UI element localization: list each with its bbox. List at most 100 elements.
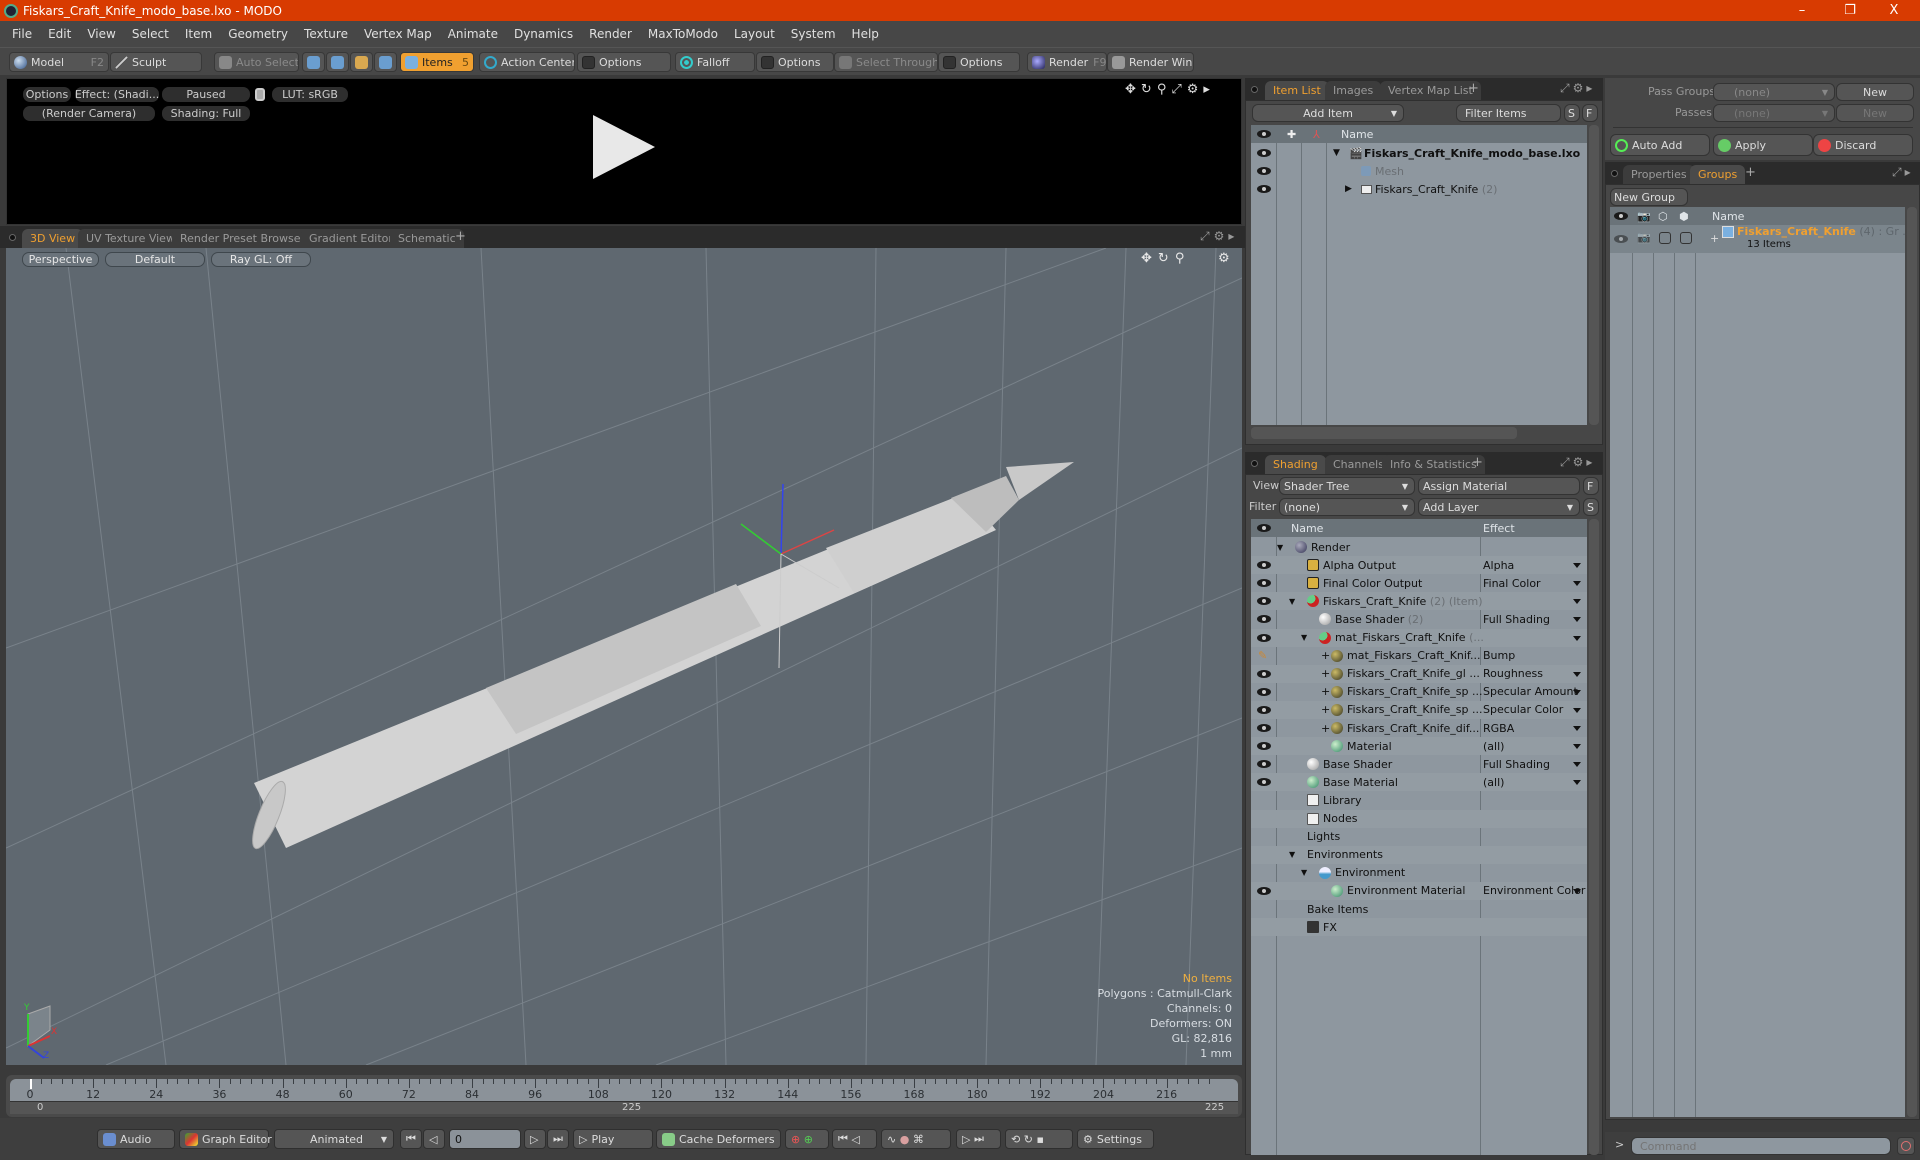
render-status-button[interactable]: Paused (162, 87, 250, 102)
apply-button[interactable]: Apply (1713, 134, 1813, 156)
shader-tree-row[interactable]: FX (1251, 918, 1587, 937)
panel-controls[interactable]: ⤢▸ (1892, 165, 1914, 180)
close-button[interactable]: X (1874, 0, 1914, 21)
select-through-options-button[interactable]: Options (938, 52, 1020, 72)
menu-maxtomodo[interactable]: MaxToModo (640, 27, 726, 41)
filter-f-button[interactable]: F (1582, 104, 1598, 122)
eye-icon[interactable] (1257, 724, 1271, 732)
timeline[interactable]: 0 12 24 36 48 60 72 84 96 108 120 132 144 156 168 180 19… (6, 1075, 1242, 1117)
eye-icon[interactable] (1257, 669, 1271, 678)
3d-viewport[interactable]: Y X Z Perspective Default Ray GL: Off ✥↻… (6, 248, 1242, 1065)
render-camera-dropdown[interactable]: (Render Camera) (23, 106, 155, 121)
eye-icon[interactable] (1257, 742, 1271, 751)
add-tab-button[interactable]: + (455, 229, 466, 244)
shading-s-button[interactable]: S (1583, 498, 1599, 516)
effect-dropdown-icon[interactable] (1573, 581, 1581, 587)
item-tree[interactable]: ✚ ⅄ Name ▼ 🎬 Fiskars_Craft_Knife_modo_ba… (1251, 125, 1587, 425)
shading-f-button[interactable]: F (1583, 477, 1599, 495)
effect-dropdown-icon[interactable] (1573, 617, 1581, 623)
lock-icon[interactable] (255, 88, 265, 101)
render-effect-dropdown[interactable]: Effect: (Shadi... (75, 87, 159, 102)
auto-select-button[interactable]: Auto Select (214, 52, 299, 72)
panel-controls[interactable]: ⤢⚙▸ (1560, 81, 1595, 96)
menu-select[interactable]: Select (124, 27, 177, 41)
shader-tree-row[interactable]: Nodes (1251, 809, 1587, 828)
render-view-controls[interactable]: ✥↻⚲⤢⚙▸ (1125, 82, 1215, 97)
menu-view[interactable]: View (79, 27, 123, 41)
passes-dropdown[interactable]: (none) ▼ (1713, 104, 1835, 122)
eye-icon[interactable] (1257, 886, 1271, 895)
filter-s-button[interactable]: S (1564, 104, 1580, 122)
render-window-button[interactable]: Render Window (1107, 52, 1194, 72)
add-tab-button[interactable]: + (1745, 165, 1756, 180)
audio-button[interactable]: Audio (97, 1129, 175, 1149)
tab-item-list[interactable]: Item List (1265, 81, 1329, 100)
shader-tree-row[interactable]: Base Shader Full Shading (1251, 755, 1587, 773)
gear-icon[interactable]: ⚙ (1573, 455, 1587, 469)
collapse-arrow-icon[interactable]: ▼ (1289, 597, 1295, 606)
render-toggle-icon[interactable]: 📷 (1637, 231, 1651, 244)
filter-items-input[interactable]: Filter Items (1456, 104, 1561, 122)
next-frame-button[interactable]: ▷ (524, 1129, 546, 1149)
shader-tree-row[interactable]: Alpha Output Alpha (1251, 556, 1587, 575)
shader-tree-row[interactable]: + Fiskars_Craft_Knife_sp ... Specular Amou… (1251, 683, 1587, 701)
eye-icon[interactable] (1257, 615, 1271, 624)
lut-dropdown[interactable]: LUT: sRGB (272, 87, 348, 102)
viewport-nav-controls[interactable]: ✥↻⚲ (1141, 251, 1190, 266)
eye-icon[interactable] (1257, 185, 1271, 193)
tab-3d-view[interactable]: 3D View (22, 229, 84, 248)
collapse-arrow-icon[interactable]: ▼ (1301, 868, 1307, 877)
tab-gradient-editor[interactable]: Gradient Editor (301, 229, 401, 248)
select-materials-button[interactable] (374, 52, 397, 72)
gear-icon[interactable]: ⚙ (1218, 251, 1230, 266)
select-toggle[interactable] (1659, 232, 1671, 244)
select-polygons-button[interactable] (350, 52, 373, 72)
eye-icon[interactable] (1257, 633, 1271, 642)
collapse-arrow-icon[interactable]: ▼ (1333, 148, 1340, 158)
discard-button[interactable]: Discard (1813, 134, 1913, 156)
zoom-icon[interactable]: ⚲ (1157, 82, 1172, 97)
timeline-playhead[interactable] (30, 1079, 32, 1089)
effect-dropdown-icon[interactable] (1573, 563, 1581, 569)
rotate-icon[interactable]: ↻ (1141, 82, 1157, 97)
shader-tree-row[interactable]: ✎ + mat_Fiskars_Craft_Knif... Bump (1251, 647, 1587, 665)
gear-icon[interactable]: ⚙ (1573, 81, 1587, 95)
action-center-options-button[interactable]: Options (577, 52, 671, 72)
shader-tree[interactable]: Name Effect ▼ Render Alpha Output Alpha Fina… (1251, 519, 1587, 1155)
falloff-options-button[interactable]: Options (756, 52, 834, 72)
item-list-hscrollbar[interactable] (1251, 427, 1517, 439)
item-row[interactable]: Mesh (1251, 162, 1587, 180)
maximize-icon[interactable]: ⤢ (1200, 229, 1214, 243)
shader-tree-row[interactable]: ▼ mat_Fiskars_Craft_Knife (... (1251, 628, 1587, 647)
menu-dynamics[interactable]: Dynamics (506, 27, 581, 41)
expand-arrow-icon[interactable]: ▶ (1345, 184, 1352, 194)
shader-tree-row[interactable]: Environment Material Environment Color (1251, 881, 1587, 900)
menu-edit[interactable]: Edit (40, 27, 79, 41)
view-dropdown[interactable]: Shader Tree ▼ (1279, 477, 1415, 495)
collapse-arrow-icon[interactable]: ▼ (1301, 633, 1307, 642)
shader-tree-row[interactable]: Lights (1251, 828, 1587, 846)
eye-icon[interactable] (1257, 149, 1271, 157)
expand-plus-icon[interactable]: + (1321, 649, 1330, 662)
render-button[interactable]: Render F9 (1027, 52, 1107, 72)
maximize-icon[interactable]: ⤢ (1560, 455, 1573, 469)
record-icon[interactable]: ● (900, 1133, 910, 1146)
add-item-button[interactable]: Add Item ▼ (1252, 104, 1404, 122)
add-layer-dropdown[interactable]: Add Layer ▼ (1418, 498, 1580, 516)
model-mode-button[interactable]: Model F2 (9, 52, 109, 72)
arrow-right-icon[interactable]: ▸ (1586, 81, 1595, 95)
brush-icon[interactable]: ✎ (1258, 649, 1267, 662)
raygl-dropdown[interactable]: Ray GL: Off (211, 252, 311, 267)
name-column-header[interactable]: Name (1712, 210, 1744, 223)
menu-help[interactable]: Help (844, 27, 887, 41)
tab-vertex-map-list[interactable]: Vertex Map List (1380, 81, 1481, 100)
arrow-right-icon[interactable]: ▸ (1228, 229, 1238, 243)
menu-system[interactable]: System (783, 27, 844, 41)
last-frame-button[interactable]: ⏭ (547, 1129, 569, 1149)
maximize-icon[interactable]: ⤢ (1171, 82, 1186, 97)
item-row[interactable]: ▶ Fiskars_Craft_Knife (2) (1251, 180, 1587, 198)
add-tab-button[interactable]: + (1472, 455, 1483, 470)
filter-dropdown[interactable]: (none) ▼ (1279, 498, 1415, 516)
minimize-button[interactable]: – (1782, 0, 1822, 21)
effect-column-header[interactable]: Effect (1483, 522, 1515, 535)
